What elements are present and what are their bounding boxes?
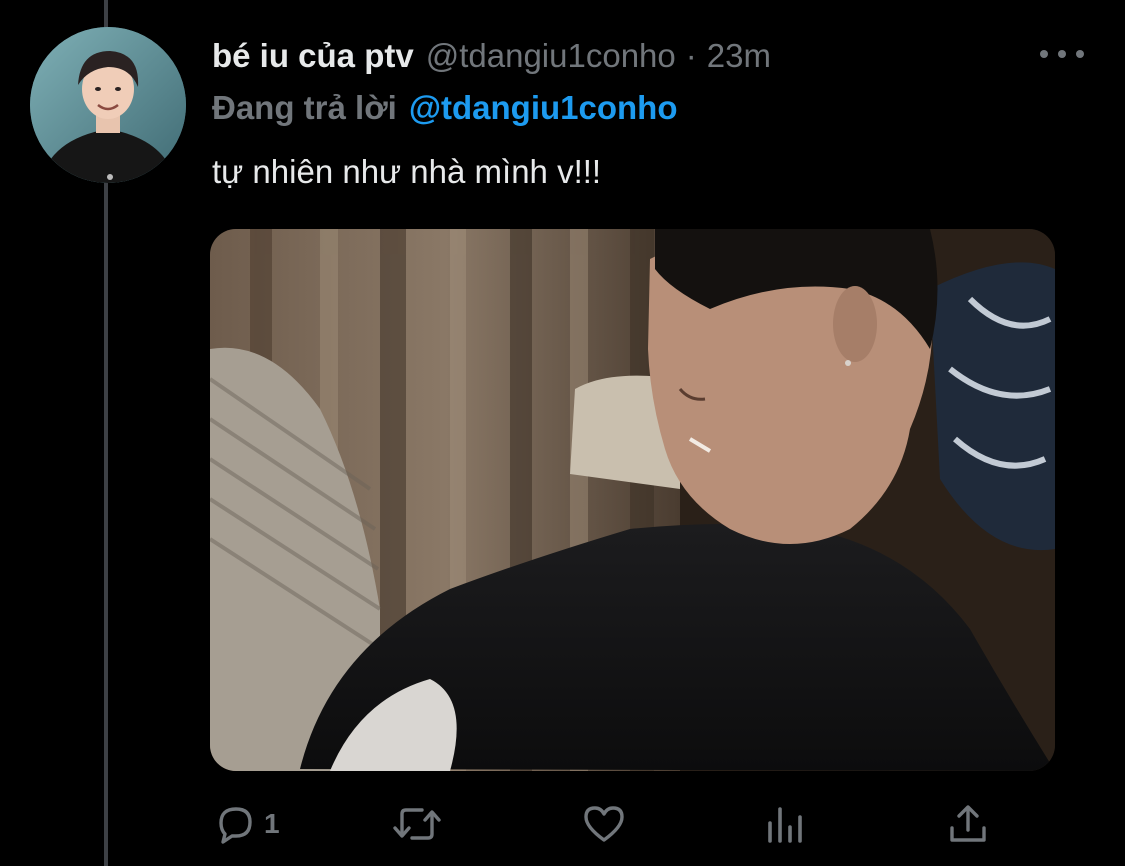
- reply-button[interactable]: 1: [212, 796, 280, 852]
- tweet-text: tự nhiên như nhà mình v!!!: [212, 153, 602, 190]
- view-analytics-button[interactable]: [764, 796, 814, 852]
- like-button[interactable]: [580, 796, 634, 852]
- tweet-header: bé iu của ptv @tdangiu1conho · 23m: [212, 34, 771, 78]
- retweet-button[interactable]: [392, 796, 448, 852]
- comment-icon: [219, 807, 252, 844]
- tweet-actions-bar: 1: [212, 796, 1012, 852]
- more-dot: [1040, 50, 1048, 58]
- retweet-icon: [393, 808, 441, 840]
- share-button[interactable]: [946, 796, 996, 852]
- more-dot: [1058, 50, 1066, 58]
- more-options-icon[interactable]: [1040, 40, 1084, 68]
- replying-to-label: Đang trả lời: [212, 89, 397, 126]
- reply-mention-link[interactable]: @tdangiu1conho: [409, 89, 678, 127]
- bar-chart-icon: [768, 807, 802, 843]
- avatar[interactable]: [30, 27, 186, 183]
- timestamp[interactable]: 23m: [707, 37, 771, 75]
- avatar-photo: [30, 27, 186, 183]
- reply-count: 1: [264, 808, 280, 839]
- separator-dot: ·: [685, 37, 697, 74]
- photo-content: [210, 229, 1055, 771]
- user-handle[interactable]: @tdangiu1conho: [426, 37, 676, 75]
- share-icon: [950, 805, 986, 842]
- more-dot: [1076, 50, 1084, 58]
- tweet-photo[interactable]: [210, 229, 1055, 771]
- replying-to-line: Đang trả lời @tdangiu1conho: [212, 86, 678, 130]
- heart-icon: [584, 806, 624, 842]
- display-name[interactable]: bé iu của ptv: [212, 37, 414, 75]
